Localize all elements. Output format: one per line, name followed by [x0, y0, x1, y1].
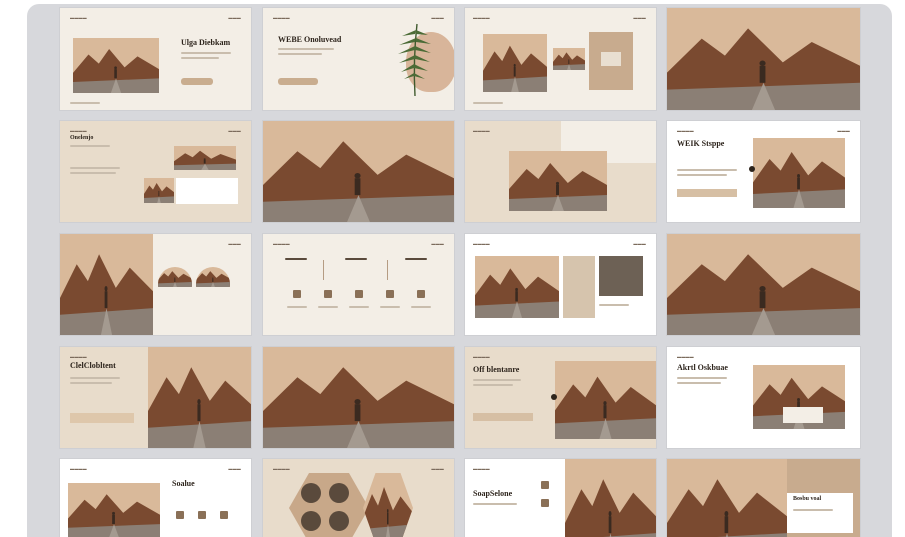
- desert-road-photo: [73, 38, 159, 93]
- cart-canyon-photo: [263, 347, 454, 448]
- slide-title: WEIK Stsppe: [677, 139, 725, 148]
- fern-leaf-icon: [393, 20, 433, 98]
- robed-traveler-photo: [753, 138, 845, 208]
- circle-icon: [329, 511, 349, 531]
- cta-button[interactable]: [181, 78, 213, 85]
- slide-r2c1[interactable]: ▬▬▬▬ ▬▬▬ Onelenjo: [60, 121, 251, 222]
- traveler-photo: [483, 34, 547, 92]
- slide-title: Onelenjo: [70, 135, 94, 141]
- slide-r2c3[interactable]: ▬▬▬▬ ▬▬▬: [465, 121, 656, 222]
- slide-gallery: ▬▬▬▬ ▬▬▬ Ulga Diebkam ▬▬▬▬ ▬▬▬ WEBE Onol…: [27, 4, 892, 537]
- slide-r4c2[interactable]: [263, 347, 454, 448]
- slide-title: Soalue: [172, 479, 195, 488]
- lone-walker-photo: [565, 459, 656, 537]
- step-icon-2: [324, 290, 332, 298]
- slide-r5c2[interactable]: ▬▬▬▬ ▬▬▬: [263, 459, 454, 537]
- cta-button[interactable]: [278, 78, 318, 85]
- slide-r5c1[interactable]: ▬▬▬▬ ▬▬▬ Soalue: [60, 459, 251, 537]
- slide-r3c4[interactable]: [667, 234, 860, 335]
- walker-canyon-photo: [263, 121, 454, 222]
- slide-r3c2[interactable]: ▬▬▬▬ ▬▬▬: [263, 234, 454, 335]
- slide-title: Akrtl Oskbuae: [677, 363, 728, 372]
- step-icon-1: [293, 290, 301, 298]
- circle-photo-left: [158, 267, 192, 301]
- slide-r4c3[interactable]: ▬▬▬▬ Off blentanre: [465, 347, 656, 448]
- slide-r1c3[interactable]: ▬▬▬▬ ▬▬▬: [465, 8, 656, 110]
- slide-title: SoapSelone: [473, 489, 513, 498]
- bullet-dot: [551, 394, 557, 400]
- group-walking-photo: [667, 234, 860, 335]
- slide-r1c1[interactable]: ▬▬▬▬ ▬▬▬ Ulga Diebkam: [60, 8, 251, 110]
- traveler-trees-photo: [148, 347, 251, 448]
- hexagon-shape: [289, 473, 369, 537]
- step-icon-5: [417, 290, 425, 298]
- circle-icon: [329, 483, 349, 503]
- hikers-road-photo: [667, 8, 860, 110]
- traveler-hills-photo: [667, 459, 787, 537]
- rider-road-photo: [555, 361, 656, 439]
- circle-icon: [301, 511, 321, 531]
- road-photo: [144, 178, 174, 203]
- bullet-dot: [749, 166, 755, 172]
- timeline-line: [387, 260, 388, 280]
- slide-title: Off blentanre: [473, 365, 520, 374]
- circle-photo-right: [196, 267, 230, 301]
- slide-r3c3[interactable]: ▬▬▬▬ ▬▬▬: [465, 234, 656, 335]
- slide-r1c2[interactable]: ▬▬▬▬ ▬▬▬ WEBE Onoluvead: [263, 8, 454, 110]
- slide-r2c2[interactable]: [263, 121, 454, 222]
- adobe-building-photo: [509, 151, 607, 211]
- traveler-canyon-photo: [363, 473, 413, 537]
- dunes-photo: [68, 483, 160, 537]
- slide-r4c4[interactable]: ▬▬▬▬ Akrtl Oskbuae: [667, 347, 860, 448]
- slide-header-left: ▬▬▬▬: [70, 15, 87, 20]
- landscape-photo: [475, 256, 559, 318]
- slide-r5c4[interactable]: Bosbu voal: [667, 459, 860, 537]
- canyon-road-photo: [60, 234, 153, 335]
- circle-icon: [301, 483, 321, 503]
- slide-r5c3[interactable]: ▬▬▬▬ SoapSelone: [465, 459, 656, 537]
- step-icon-4: [386, 290, 394, 298]
- step-icon-3: [355, 290, 363, 298]
- slide-r4c1[interactable]: ▬▬▬▬ ClelClobltent: [60, 347, 251, 448]
- timeline-line: [323, 260, 324, 280]
- slide-title: ClelClobltent: [70, 361, 116, 370]
- slide-r2c4[interactable]: ▬▬▬▬ ▬▬▬ WEIK Stsppe: [667, 121, 860, 222]
- slide-title: Bosbu voal: [793, 496, 822, 502]
- slide-r3c1[interactable]: ▬▬▬: [60, 234, 251, 335]
- detail-photo: [553, 48, 585, 70]
- slide-header-right: ▬▬▬: [228, 15, 241, 20]
- slide-title: WEBE Onoluvead: [278, 35, 342, 44]
- slide-r1c4[interactable]: [667, 8, 860, 110]
- building-photo: [174, 146, 236, 170]
- slide-title: Ulga Diebkam: [181, 38, 231, 47]
